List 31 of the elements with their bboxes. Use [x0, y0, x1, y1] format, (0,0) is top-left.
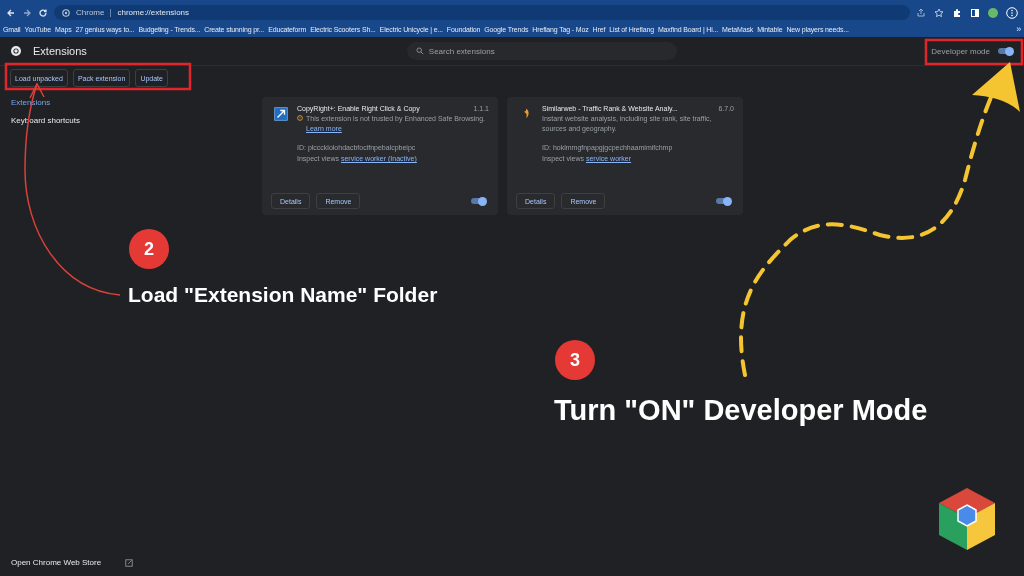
step-badge: 2 — [129, 229, 169, 269]
step-badge: 3 — [555, 340, 595, 380]
search-field[interactable]: Search extensions — [406, 42, 677, 60]
forward-icon[interactable] — [22, 7, 32, 18]
search-icon — [415, 47, 424, 55]
back-icon[interactable] — [6, 7, 16, 18]
page-title: Extensions — [33, 45, 87, 57]
address-bar[interactable]: Chrome chrome://extensions — [54, 5, 910, 20]
web-store-link[interactable]: Open Chrome Web Store — [11, 558, 102, 567]
puzzle-icon[interactable] — [952, 7, 962, 18]
side-panel-icon[interactable] — [970, 7, 980, 18]
site-label: Chrome — [76, 8, 105, 17]
chrome-logo-icon — [10, 45, 22, 57]
cube-logo — [939, 488, 995, 550]
more-bookmarks-button[interactable]: » — [1016, 24, 1021, 34]
step-caption: Load "Extension Name" Folder — [128, 283, 438, 307]
external-link-icon[interactable] — [125, 558, 134, 567]
warning-icon — [297, 115, 303, 121]
step-caption: Turn "ON" Developer Mode — [554, 394, 928, 427]
star-icon[interactable] — [934, 7, 944, 18]
menu-icon[interactable] — [1006, 6, 1018, 19]
extension-toggle[interactable] — [716, 198, 730, 204]
extension-toggle[interactable] — [471, 198, 485, 204]
developer-mode-toggle[interactable] — [998, 48, 1012, 54]
url-text: chrome://extensions — [117, 8, 190, 17]
developer-mode-label: Developer mode — [931, 46, 990, 56]
reload-icon[interactable] — [38, 7, 48, 18]
arrow-icon — [274, 107, 288, 121]
profile-avatar[interactable] — [988, 7, 998, 18]
chrome-icon — [62, 8, 70, 17]
share-icon[interactable] — [916, 7, 926, 18]
